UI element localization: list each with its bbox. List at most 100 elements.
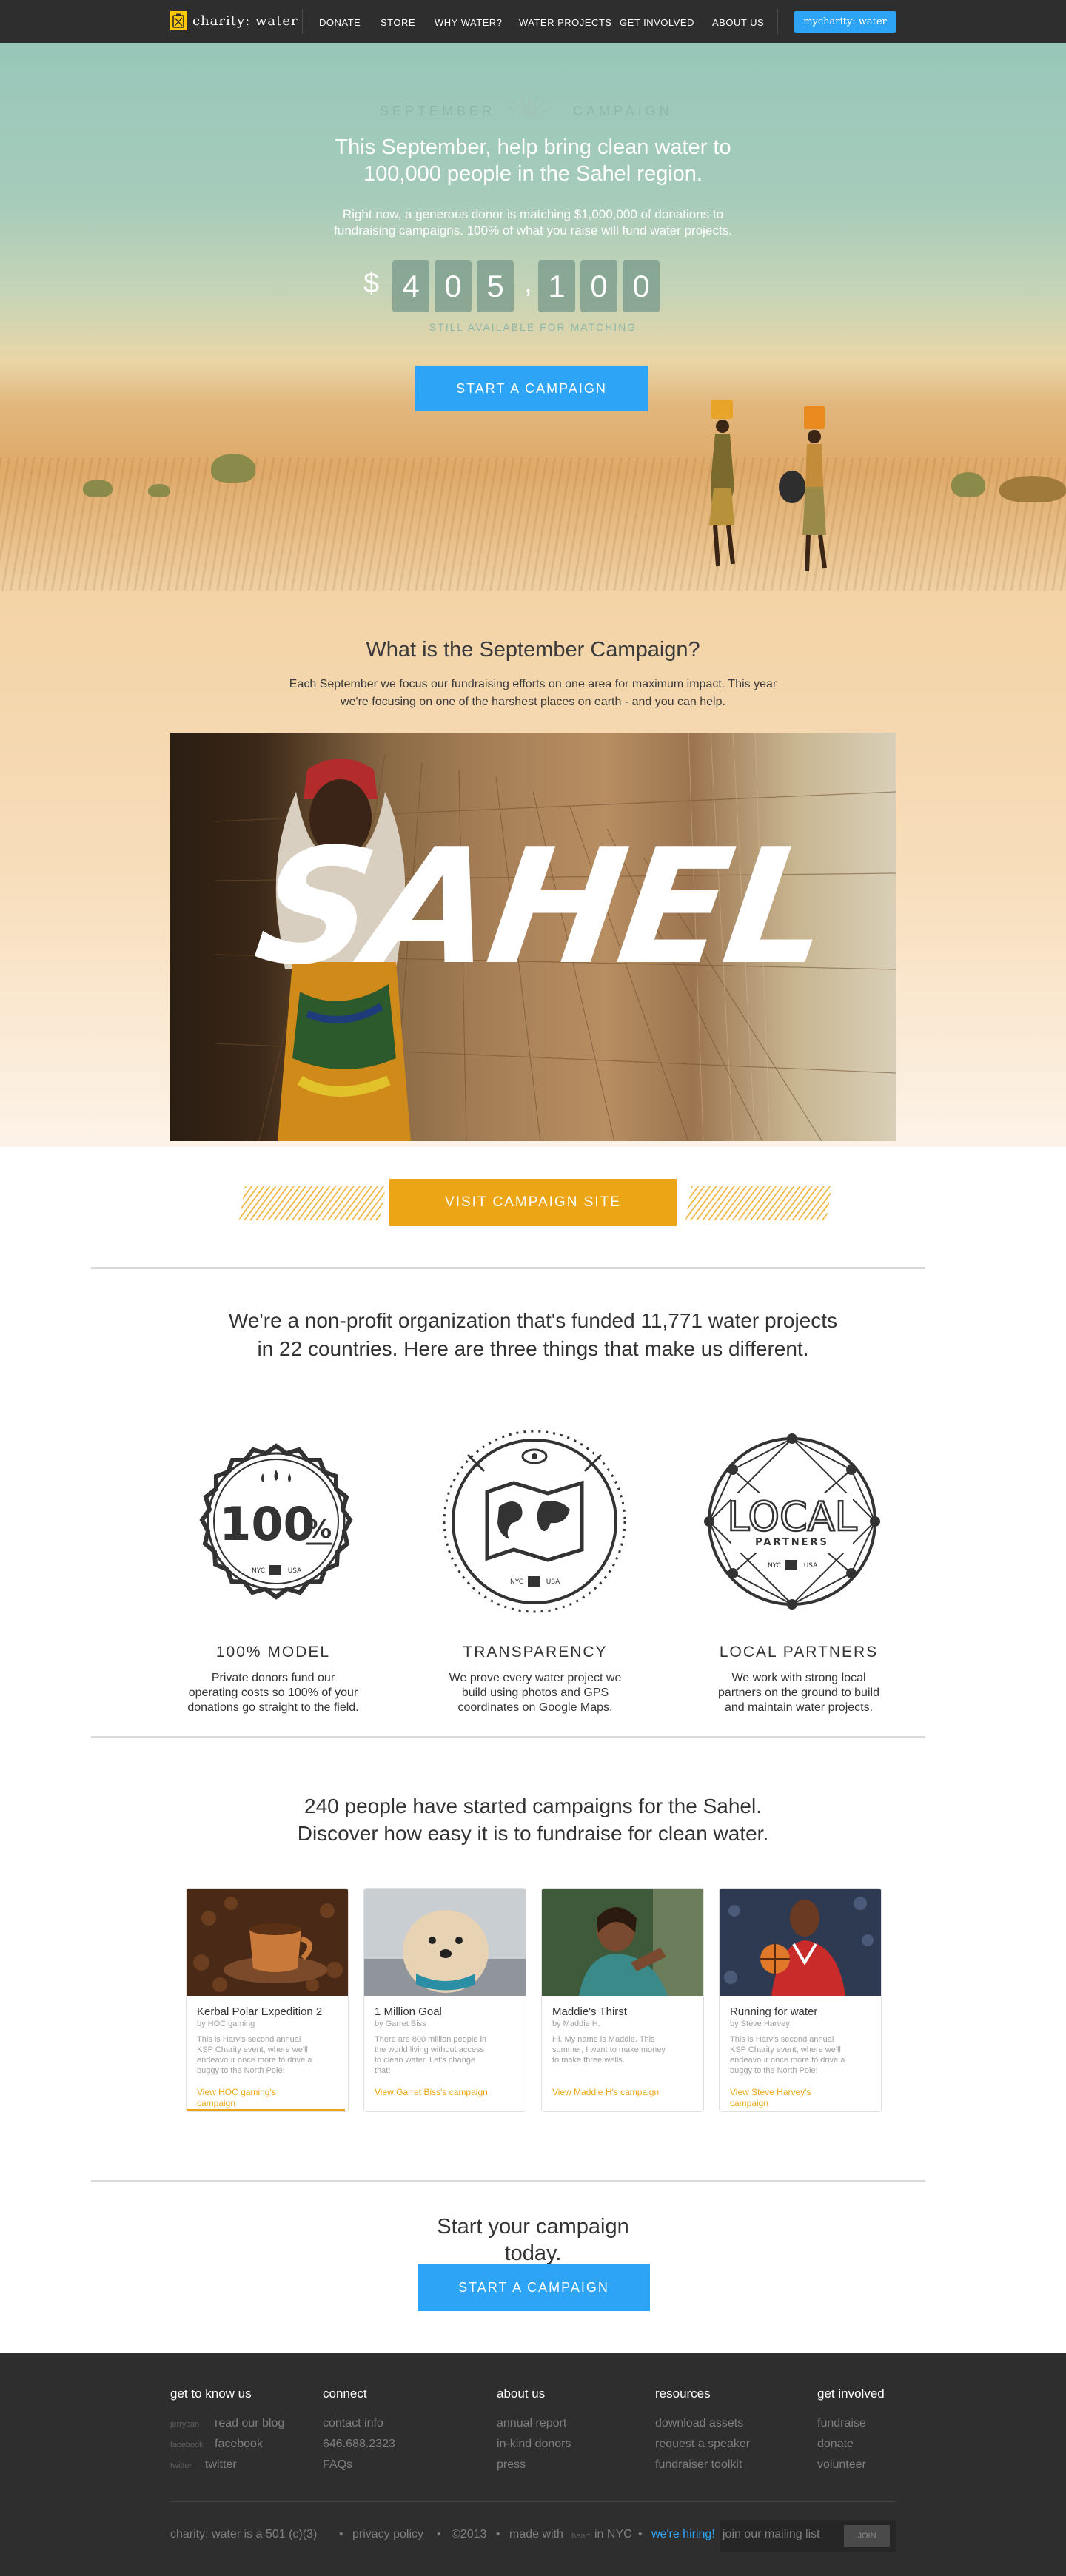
jerrycan-logo-icon	[170, 11, 187, 30]
footer-link[interactable]: donate	[817, 2438, 854, 2451]
hero-headline-line: This September, help bring clean water t…	[335, 135, 731, 159]
made-with-text: made with	[509, 2528, 563, 2540]
campaign-card[interactable]: 1 Million Goal by Garret Biss There are …	[363, 1888, 526, 2112]
campaign-label-left: SEPTEMBER	[380, 104, 496, 118]
feature-line: coordinates on Google Maps.	[457, 1701, 613, 1714]
nav-item-about-us[interactable]: ABOUT US	[712, 17, 764, 28]
badge-small-left: NYC	[510, 1578, 523, 1586]
logo[interactable]: charity: water	[170, 11, 298, 30]
campaign-card[interactable]: Kerbal Polar Expedition 2 by HOC gaming …	[186, 1888, 349, 2112]
card-link[interactable]: View Maddie H's campaign	[552, 2087, 697, 2098]
card-description: There are 800 million people in the worl…	[375, 2034, 520, 2076]
start-campaign-button[interactable]: START A CAMPAIGN	[415, 366, 648, 411]
card-description-line: that!	[375, 2066, 391, 2075]
counter-separator: ,	[524, 268, 532, 299]
feature-description: We work with strong local partners on th…	[695, 1671, 902, 1715]
footer-link[interactable]: fundraiser toolkit	[655, 2458, 742, 2472]
badge-word: LOCAL	[727, 1493, 857, 1540]
card-description: Hi. My name is Maddie. This summer, I wa…	[552, 2034, 697, 2065]
hiring-link[interactable]: we're hiring!	[651, 2528, 715, 2541]
feature-line: operating costs so 100% of your	[188, 1686, 358, 1699]
nav-item-water-projects[interactable]: WATER PROJECTS	[519, 17, 611, 28]
walking-woman-figure	[709, 400, 735, 567]
acacia-tree	[999, 476, 1066, 502]
footer-column-heading: about us	[497, 2387, 546, 2401]
footer-link[interactable]: fundraise	[817, 2417, 866, 2430]
mailing-list-label: join our mailing list	[723, 2528, 820, 2540]
footer-link-facebook[interactable]: facebook	[215, 2438, 263, 2451]
card-link[interactable]: View Garret Biss's campaign	[375, 2087, 520, 2098]
footer-link[interactable]: download assets	[655, 2417, 743, 2430]
feature-line: We prove every water project we	[449, 1672, 622, 1684]
footer-link[interactable]: press	[497, 2458, 526, 2472]
mission-line: in 22 countries. Here are three things t…	[257, 1337, 809, 1360]
basketball-player-photo	[720, 1889, 881, 1996]
hundred-percent-badge-icon: 100 % NYC USA	[199, 1443, 353, 1600]
jerrycan-icon: jerrycan	[170, 2420, 200, 2429]
card-title: 1 Million Goal	[375, 2005, 442, 2018]
legal-text: charity: water is a 501 (c)(3)	[170, 2528, 318, 2540]
local-partners-badge-icon: LOCAL PARTNERS NYC USA	[704, 1433, 880, 1610]
footer-column-heading: resources	[655, 2387, 711, 2401]
footer-link-phone[interactable]: 646.688.2323	[323, 2438, 395, 2451]
nav-item-get-involved[interactable]: GET INVOLVED	[620, 17, 694, 28]
acacia-tree	[211, 454, 255, 483]
card-link-line: campaign	[730, 2098, 769, 2108]
card-description-line: This is Harv's second annual	[197, 2035, 301, 2044]
card-author: by Maddie H.	[552, 2020, 600, 2028]
section-body-line: we're focusing on one of the harshest pl…	[341, 696, 725, 708]
nav-divider	[302, 9, 303, 34]
card-title: Maddie's Thirst	[552, 2005, 627, 2018]
counter-digit: 0	[623, 260, 660, 312]
start-campaign-button[interactable]: START A CAMPAIGN	[418, 2264, 650, 2311]
card-description-line: Hi. My name is Maddie. This	[552, 2035, 655, 2044]
start-campaign-heading: Start your campaign today.	[385, 2213, 681, 2267]
nav-item-why-water[interactable]: WHY WATER?	[435, 17, 502, 28]
join-button[interactable]: JOIN	[844, 2525, 890, 2547]
privacy-policy-link[interactable]: privacy policy	[352, 2528, 423, 2541]
nav-item-donate[interactable]: DONATE	[319, 17, 361, 28]
badge-number: 100	[219, 1497, 315, 1551]
footer-link[interactable]: annual report	[497, 2417, 566, 2430]
footer-link-twitter[interactable]: twitter	[205, 2458, 237, 2472]
hero-section: SEPTEMBER CAMPAIGN This September, help …	[0, 43, 1066, 635]
campaign-card[interactable]: Running for water by Steve Harvey This i…	[719, 1888, 882, 2112]
acacia-tree	[83, 480, 113, 497]
campaigns-heading: 240 people have started campaigns for th…	[222, 1792, 844, 1847]
campaign-label-right: CAMPAIGN	[573, 104, 673, 118]
girl-portrait-photo	[542, 1889, 703, 1996]
footer: get to know us jerrycan read our blog fa…	[0, 2353, 1066, 2576]
footer-link[interactable]: FAQs	[323, 2458, 352, 2472]
counter-caption: STILL AVAILABLE FOR MATCHING	[429, 321, 637, 333]
footer-link[interactable]: contact info	[323, 2417, 383, 2430]
footer-link[interactable]: in-kind donors	[497, 2438, 571, 2451]
decorative-hatch-right	[685, 1186, 833, 1220]
separator-dot: •	[437, 2528, 441, 2540]
campaigns-heading-line: 240 people have started campaigns for th…	[304, 1795, 762, 1817]
footer-column-heading: get involved	[817, 2387, 885, 2401]
feature-title: LOCAL PARTNERS	[719, 1644, 879, 1661]
section-heading: What is the September Campaign?	[366, 638, 700, 662]
nav-item-store[interactable]: STORE	[381, 17, 415, 28]
heart-icon: heart	[571, 2532, 591, 2540]
card-description-line: endeavour once more to drive a	[730, 2056, 845, 2065]
hero-headline: This September, help bring clean water t…	[274, 134, 792, 187]
decorative-hatch-left	[238, 1186, 386, 1220]
footer-column-heading: get to know us	[170, 2387, 252, 2401]
campaign-card[interactable]: Maddie's Thirst by Maddie H. Hi. My name…	[541, 1888, 704, 2112]
badge-small-right: USA	[288, 1567, 302, 1575]
badge-small-right: USA	[804, 1562, 818, 1570]
visit-campaign-site-button[interactable]: VISIT CAMPAIGN SITE	[389, 1179, 677, 1226]
footer-link[interactable]: request a speaker	[655, 2438, 750, 2451]
footer-link[interactable]: volunteer	[817, 2458, 866, 2472]
card-link-line: View Maddie H's campaign	[552, 2087, 660, 2097]
hero-body-line: Right now, a generous donor is matching …	[342, 207, 724, 221]
card-link[interactable]: View Steve Harvey's campaign	[730, 2087, 875, 2109]
badge-small-left: NYC	[768, 1562, 781, 1570]
hero-body-line: fundraising campaigns. 100% of what you …	[334, 223, 732, 238]
hero-body: Right now, a generous donor is matching …	[274, 206, 792, 239]
mycharity-button[interactable]: mycharity: water	[794, 11, 896, 33]
counter-digit: 0	[435, 260, 472, 312]
card-link[interactable]: View HOC gaming's campaign	[197, 2087, 342, 2109]
footer-link-blog[interactable]: read our blog	[215, 2417, 284, 2430]
